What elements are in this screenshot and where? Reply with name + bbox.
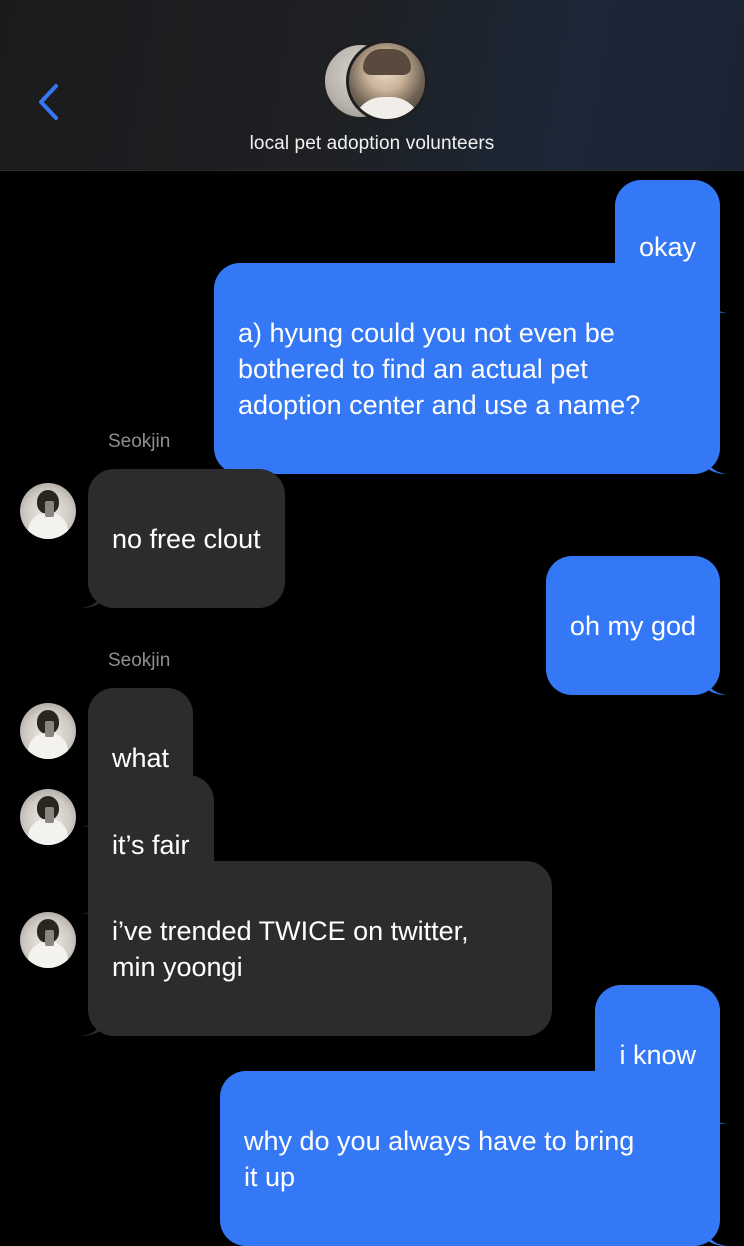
message-bubble[interactable]: why do you always have to bring it up [220, 1071, 727, 1246]
message-outgoing: why do you always have to bring it up [220, 1071, 727, 1246]
sender-avatar[interactable] [20, 789, 76, 845]
message-incoming: i’ve trended TWICE on twitter, min yoong… [81, 861, 552, 1036]
message-text: i know [619, 1040, 696, 1070]
sender-avatar[interactable] [20, 912, 76, 968]
message-bubble[interactable]: i’ve trended TWICE on twitter, min yoong… [81, 861, 552, 1036]
message-text: okay [638, 232, 696, 262]
message-bubble[interactable]: a) hyung could you not even be bothered … [214, 263, 727, 474]
message-text: no free clout [112, 524, 261, 554]
message-outgoing: oh my god [545, 556, 727, 695]
message-incoming: no free clout [81, 469, 285, 608]
member-avatar [346, 40, 428, 122]
message-text: a) hyung could you not even be bothered … [238, 318, 641, 420]
back-button[interactable] [28, 78, 68, 126]
message-text: i’ve trended TWICE on twitter, min yoong… [112, 916, 469, 982]
conversation-header: local pet adoption volunteers [0, 0, 744, 171]
message-outgoing: a) hyung could you not even be bothered … [214, 263, 727, 474]
sender-name: Seokjin [108, 431, 171, 452]
chevron-left-icon [39, 84, 58, 120]
message-text: what [112, 743, 170, 773]
sender-avatar[interactable] [20, 483, 76, 539]
sender-name: Seokjin [108, 650, 171, 671]
conversation-title[interactable]: local pet adoption volunteers [0, 133, 744, 155]
message-text: why do you always have to bring it up [244, 1126, 635, 1192]
message-text: it’s fair [112, 830, 190, 860]
message-bubble[interactable]: oh my god [545, 556, 727, 695]
sender-avatar[interactable] [20, 703, 76, 759]
group-avatar[interactable] [322, 40, 428, 122]
message-text: oh my god [569, 611, 696, 641]
message-bubble[interactable]: no free clout [81, 469, 285, 608]
